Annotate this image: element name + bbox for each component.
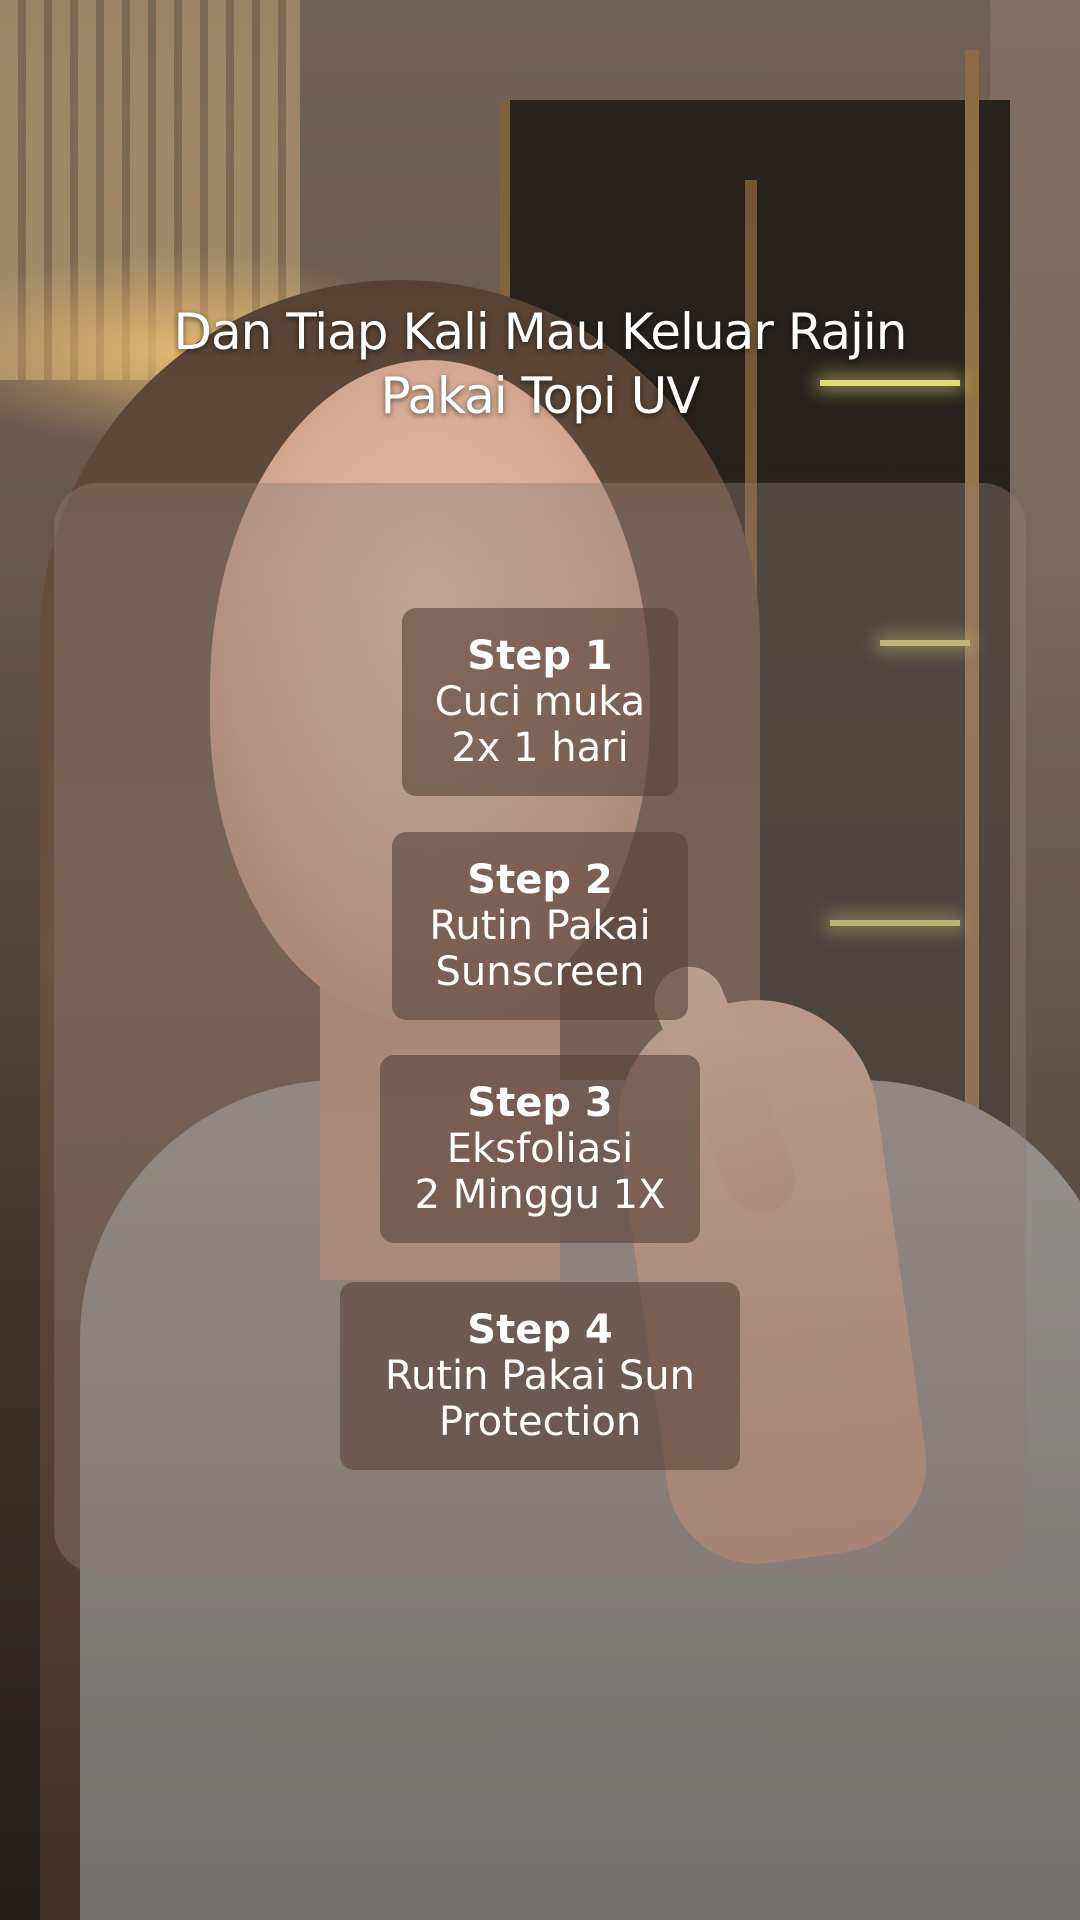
- step-text-line-2: 2 Minggu 1X: [414, 1172, 666, 1218]
- step-text-line-2: 2x 1 hari: [451, 725, 629, 771]
- step-text-line-1: Rutin Pakai Sun: [385, 1353, 695, 1399]
- step-text-line-1: Eksfoliasi: [446, 1126, 634, 1172]
- step-card-3: Step 3 Eksfoliasi 2 Minggu 1X: [380, 1055, 700, 1243]
- headline-line-2: Pakai Topi UV: [380, 367, 700, 425]
- step-card-4: Step 4 Rutin Pakai Sun Protection: [340, 1282, 740, 1470]
- step-card-1: Step 1 Cuci muka 2x 1 hari: [402, 608, 678, 796]
- step-title: Step 4: [467, 1307, 613, 1353]
- step-text-line-1: Cuci muka: [434, 679, 646, 725]
- step-text-line-1: Rutin Pakai: [429, 903, 651, 949]
- step-title: Step 1: [467, 633, 613, 679]
- step-title: Step 3: [467, 1080, 613, 1126]
- step-text-line-2: Protection: [438, 1399, 642, 1445]
- step-card-2: Step 2 Rutin Pakai Sunscreen: [392, 832, 688, 1020]
- headline-line-1: Dan Tiap Kali Mau Keluar Rajin: [173, 303, 908, 361]
- video-frame: Dan Tiap Kali Mau Keluar Rajin Pakai Top…: [0, 0, 1080, 1920]
- step-title: Step 2: [467, 857, 613, 903]
- headline-caption: Dan Tiap Kali Mau Keluar Rajin Pakai Top…: [60, 300, 1020, 428]
- step-text-line-2: Sunscreen: [435, 949, 645, 995]
